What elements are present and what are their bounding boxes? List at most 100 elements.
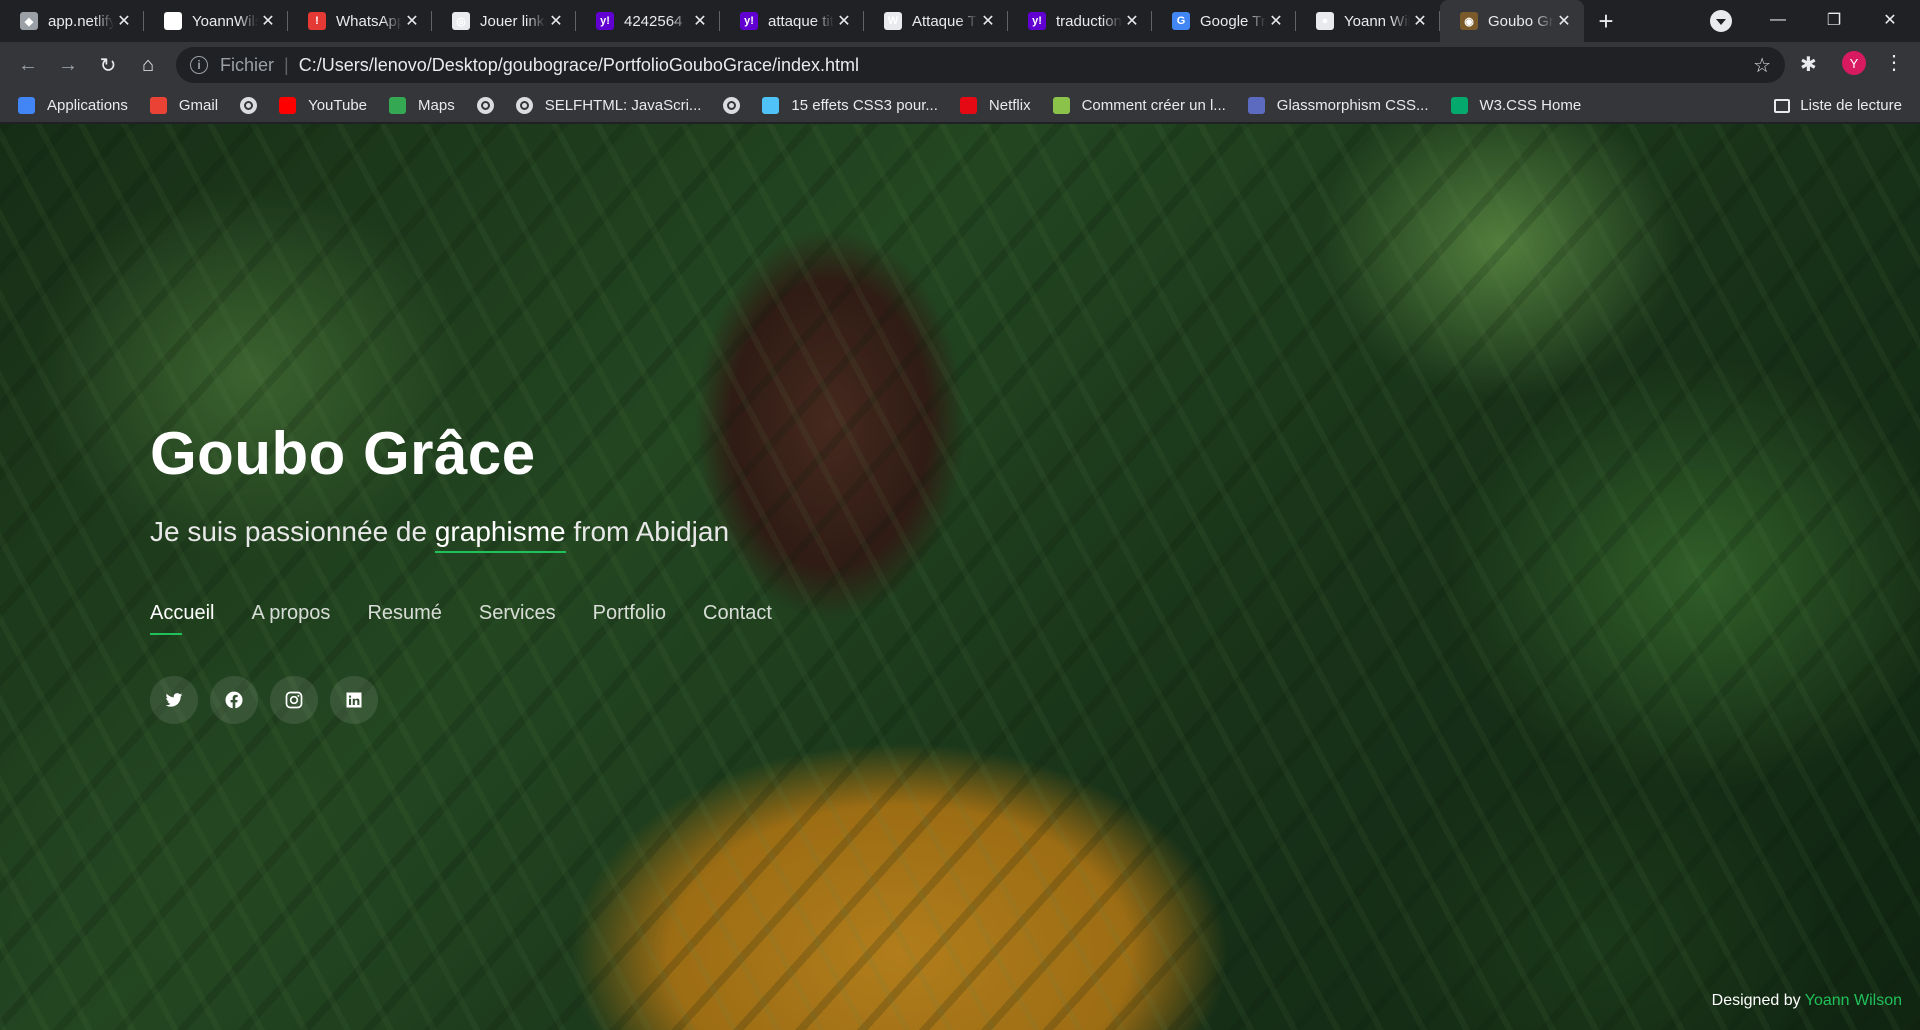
reload-button[interactable]: ↻	[88, 47, 128, 83]
instagram-icon	[285, 691, 303, 709]
instagram-link[interactable]	[270, 676, 318, 724]
new-tab-button[interactable]: +	[1584, 0, 1628, 42]
w3-icon	[1450, 96, 1468, 114]
twitter-link[interactable]	[150, 676, 198, 724]
bookmark-label: Comment créer un l...	[1081, 96, 1226, 114]
linkedin-link[interactable]	[330, 676, 378, 724]
tab-close-icon[interactable]: ✕	[114, 11, 134, 31]
tab-close-icon[interactable]: ✕	[834, 11, 854, 31]
tab-close-icon[interactable]: ✕	[1410, 11, 1430, 31]
glass-icon	[1247, 96, 1265, 114]
yahoo-icon: y!	[1028, 12, 1046, 30]
github-icon: ●	[164, 12, 182, 30]
globe-icon	[240, 96, 258, 114]
tab-title: WhatsApp	[336, 12, 402, 30]
forward-button[interactable]: →	[48, 47, 88, 83]
browser-tab[interactable]: ◉ Goubo Grâce✕	[1440, 0, 1584, 42]
browser-tab[interactable]: ! WhatsApp ✕	[288, 0, 432, 42]
hero-section: Goubo Grâce Je suis passionnée de graphi…	[0, 124, 1920, 1030]
bookmark-star-icon[interactable]: ☆	[1753, 53, 1771, 78]
tagline-suffix: from Abidjan	[573, 516, 730, 547]
bookmark-item[interactable]	[240, 96, 269, 114]
browser-tab[interactable]: ● YoannWilson✕	[144, 0, 288, 42]
bookmarks-bar: Applications Gmail YouTube Maps SELFHTML: Ja…	[0, 88, 1920, 123]
hero-name: Goubo Grâce	[150, 420, 536, 487]
hero-content: Goubo Grâce Je suis passionnée de graphi…	[150, 420, 730, 553]
back-button[interactable]: ←	[8, 47, 48, 83]
social-links	[150, 676, 378, 724]
menu-kebab-icon[interactable]: ⋮	[1884, 50, 1904, 76]
browser-tab[interactable]: ◎ Jouer linkedin✕	[432, 0, 576, 42]
bookmark-item[interactable]: 15 effets CSS3 pour...	[762, 96, 938, 114]
tab-list: ◆app.netlify.com✕●YoannWilson✕!WhatsApp✕…	[0, 0, 1584, 42]
browser-tab[interactable]: ● Yoann Wilson✕	[1296, 0, 1440, 42]
home-button[interactable]: ⌂	[128, 47, 168, 83]
tab-close-icon[interactable]: ✕	[978, 11, 998, 31]
browser-tab[interactable]: W Attaque Titan✕	[864, 0, 1008, 42]
site-info-icon[interactable]: i	[190, 56, 208, 74]
android-icon	[1052, 96, 1070, 114]
tab-title: attaque titan	[768, 12, 834, 30]
nav-link-a-propos[interactable]: A propos	[251, 602, 330, 633]
globe-icon	[476, 96, 494, 114]
bookmark-label: Applications	[47, 96, 128, 114]
bookmark-label: W3.CSS Home	[1479, 96, 1582, 114]
profile-avatar[interactable]: Y	[1842, 51, 1866, 75]
linkedin-icon	[346, 692, 362, 708]
restore-button[interactable]: ❐	[1806, 0, 1862, 40]
tab-close-icon[interactable]: ✕	[1122, 11, 1142, 31]
tab-close-icon[interactable]: ✕	[258, 11, 278, 31]
reading-list-icon	[1774, 98, 1791, 113]
nav-link-services[interactable]: Services	[479, 602, 556, 633]
minimize-button[interactable]: ―	[1750, 0, 1806, 40]
yahoo-icon: y!	[596, 12, 614, 30]
facebook-link[interactable]	[210, 676, 258, 724]
bookmark-item[interactable]: W3.CSS Home	[1450, 96, 1582, 114]
bookmark-label: Netflix	[988, 96, 1031, 114]
browser-tab[interactable]: y! attaque titan✕	[720, 0, 864, 42]
bookmark-item[interactable]: Applications	[18, 96, 128, 114]
nav-link-contact[interactable]: Contact	[703, 602, 772, 633]
nav-link-portfolio[interactable]: Portfolio	[593, 602, 666, 633]
bookmark-item[interactable]	[476, 96, 506, 114]
tab-close-icon[interactable]: ✕	[1266, 11, 1286, 31]
tab-close-icon[interactable]: ✕	[1554, 11, 1574, 31]
bookmark-item[interactable]: Gmail	[149, 96, 218, 114]
tab-close-icon[interactable]: ✕	[690, 11, 710, 31]
bookmark-item[interactable]: Glassmorphism CSS...	[1247, 96, 1429, 114]
credits-author-link[interactable]: Yoann Wilson	[1805, 992, 1902, 1009]
browser-tab[interactable]: G Google Traduction✕	[1152, 0, 1296, 42]
tab-close-icon[interactable]: ✕	[546, 11, 566, 31]
bookmark-item[interactable]	[723, 96, 752, 114]
bookmark-label: 15 effets CSS3 pour...	[791, 96, 938, 114]
tagline-prefix: Je suis passionnée de	[150, 516, 428, 547]
nav-link-resum-[interactable]: Resumé	[367, 602, 441, 633]
yahoo-icon: y!	[740, 12, 758, 30]
bookmark-list: Applications Gmail YouTube Maps SELFHTML: Ja…	[18, 96, 1603, 114]
close-window-button[interactable]: ✕	[1862, 0, 1918, 40]
tab-title: 4242564	[624, 12, 683, 30]
bookmark-label: Maps	[418, 96, 455, 114]
bookmark-item[interactable]: Netflix	[959, 96, 1031, 114]
nav-link-accueil[interactable]: Accueil	[150, 602, 214, 635]
alert-icon: !	[308, 12, 326, 30]
browser-tab[interactable]: y! traduction ✕	[1008, 0, 1152, 42]
extensions-puzzle-icon[interactable]: ✱	[1800, 52, 1817, 77]
bookmark-item[interactable]: Maps	[389, 96, 455, 114]
address-bar[interactable]: i Fichier | C:/Users/lenovo/Desktop/goub…	[176, 47, 1785, 83]
tab-title: Yoann Wilson	[1344, 12, 1410, 30]
maps-icon	[389, 96, 407, 114]
tab-title: Google Traduction	[1200, 12, 1266, 30]
bookmark-item[interactable]: Comment créer un l...	[1052, 96, 1226, 114]
reading-list-button[interactable]: Liste de lecture	[1774, 88, 1902, 123]
bookmark-item[interactable]: YouTube	[279, 96, 367, 114]
tab-search-button[interactable]	[1710, 10, 1732, 32]
twitter-icon	[165, 693, 183, 707]
browser-tab[interactable]: y! 4242564 ✕	[576, 0, 720, 42]
bookmark-item[interactable]: SELFHTML: JavaScri...	[515, 96, 702, 114]
tab-close-icon[interactable]: ✕	[402, 11, 422, 31]
url-scheme: Fichier	[220, 54, 275, 75]
browser-tab[interactable]: ◆ app.netlify.com✕	[0, 0, 144, 42]
bookmark-label: SELFHTML: JavaScri...	[544, 96, 702, 114]
portrait-icon: ◉	[1460, 12, 1478, 30]
